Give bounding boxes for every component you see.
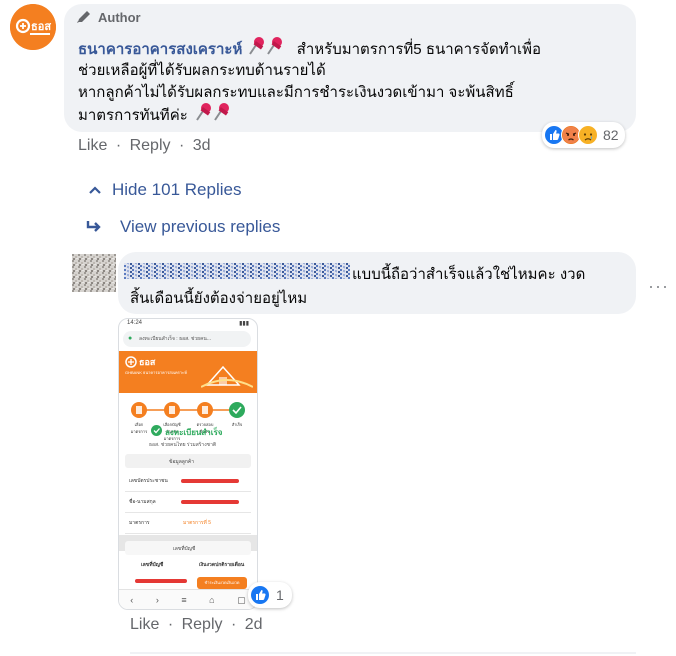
reply-arrow-icon: [86, 221, 101, 232]
ghb-logo-subtext: GHBANK ธนาคารอาคารสงเคราะห์: [125, 370, 187, 375]
reply-actions: Like · Reply · 2d: [130, 616, 263, 634]
section-account-label: เลขที่บัญชี: [173, 546, 196, 552]
view-previous-replies-button[interactable]: View previous replies: [86, 217, 280, 237]
pushpin-icon: [247, 36, 287, 60]
battery-icon: ▮▮▮: [239, 321, 249, 327]
home-icon: ⌂: [209, 595, 215, 605]
browser-nav-bar: ‹ › ≡ ⌂ ▢: [119, 589, 257, 609]
comment-text-line4-wrap: มาตรการทันทีค่ะ: [78, 102, 236, 127]
back-icon: ‹: [130, 595, 134, 605]
redaction-mark: [181, 500, 239, 504]
url-bar: ● ลงทะเบียนสำเร็จ : ธอส. ช่วยคน...: [123, 331, 251, 347]
success-check-icon: [151, 425, 162, 436]
redaction-mark: [135, 579, 187, 583]
page-avatar[interactable]: ธอส: [10, 4, 56, 50]
redacted-author-name[interactable]: [124, 261, 350, 281]
ghb-mini-logo-icon: [125, 356, 137, 368]
row-value: มาตรการที่ 5: [183, 520, 212, 526]
reply-link[interactable]: Reply: [182, 616, 223, 633]
status-time: 14:24: [127, 320, 143, 326]
author-label: Author: [98, 9, 141, 25]
like-link[interactable]: Like: [78, 137, 107, 154]
comment-actions: Like · Reply · 3d: [78, 137, 211, 155]
hide-replies-label: Hide 101 Replies: [112, 180, 242, 199]
separator: ·: [115, 137, 122, 154]
more-options-icon[interactable]: ···: [648, 276, 669, 297]
tabs-icon: ▢: [237, 594, 246, 605]
page-name-link[interactable]: ธนาคารอาคารสงเคราะห์: [78, 41, 242, 58]
success-subtitle: ธอส. ช่วยคนไทย ร่วมสร้างชาติ: [149, 442, 217, 448]
ghb-logo-icon: ธอส: [10, 4, 56, 50]
page-logo-text: ธอส: [31, 20, 51, 33]
timestamp-link[interactable]: 3d: [193, 137, 211, 154]
separator: ·: [230, 616, 237, 633]
reply-text-line1: แบบนี้ถือว่าสำเร็จแล้วใช่ไหมคะ งวด: [352, 266, 586, 283]
pushpin-icon: [192, 102, 236, 126]
row-label: เลขบัตรประชาชน: [129, 478, 168, 484]
comment-text-line2: ช่วยเหลือผู้ที่ได้รับผลกระทบด้านรายได้: [78, 62, 326, 79]
status-bar: 14:24 ▮▮▮: [119, 319, 257, 329]
pay-button: ชำระเงินงวดเงินงวด: [197, 577, 247, 589]
attachment-screenshot[interactable]: 14:24 ▮▮▮ ● ลงทะเบียนสำเร็จ : ธอส. ช่วยค…: [118, 318, 258, 610]
step-label: เลือกมาตรการ: [130, 422, 148, 434]
separator: ·: [178, 137, 185, 154]
section-header: ข้อมูลลูกค้า: [125, 454, 251, 468]
redaction-mark: [181, 479, 239, 483]
house-graphic-icon: [201, 365, 253, 388]
pencil-icon: [77, 11, 90, 23]
comment-text-line1: สำหรับมาตรการที่5 ธนาคารจัดทำเพื่อ: [296, 41, 542, 58]
section-header: เลขที่บัญชี: [125, 541, 251, 555]
url-text: ลงทะเบียนสำเร็จ : ธอส. ช่วยคน...: [139, 336, 212, 342]
menu-icon: ≡: [181, 595, 187, 605]
lock-icon: ●: [128, 335, 133, 342]
ghb-logo-text: ธอส: [139, 357, 156, 367]
success-title: ลงทะเบียนสำเร็จ: [165, 428, 223, 437]
reply-like-count: 1: [276, 587, 284, 603]
sad-icon: [578, 125, 598, 145]
comment-text-line4: มาตรการทันทีค่ะ: [78, 107, 188, 124]
amount-label: เงินงวดปกติรายเดือน: [199, 562, 245, 568]
author-badge: Author: [76, 8, 141, 26]
reaction-count: 82: [603, 127, 619, 143]
reaction-summary[interactable]: 82: [542, 122, 625, 148]
next-comment-edge: [130, 652, 636, 654]
comment-text-line3: หากลูกค้าไม่ได้รับผลกระทบและมีการชำระเงิ…: [78, 84, 514, 101]
forward-icon: ›: [155, 595, 159, 605]
row-label: ชื่อ-นามสกุล: [129, 499, 156, 505]
view-previous-label: View previous replies: [120, 217, 281, 236]
like-link[interactable]: Like: [130, 616, 159, 633]
reply-reaction-summary[interactable]: 1: [248, 582, 292, 608]
step-check-icon: [229, 402, 245, 418]
info-row: เลขบัตรประชาชน: [125, 471, 251, 492]
reply-link[interactable]: Reply: [130, 137, 171, 154]
step-label: สำเร็จ: [231, 422, 243, 427]
info-row: มาตรการ มาตรการที่ 5: [125, 513, 251, 534]
avatar[interactable]: [72, 254, 116, 292]
reply-text-line2: สิ้นเดือนนี้ยังต้องจ่ายอยู่ไหม: [130, 290, 308, 307]
chevron-up-icon: [89, 186, 101, 194]
row-label: มาตรการ: [129, 520, 150, 526]
timestamp-link[interactable]: 2d: [245, 616, 263, 633]
account-label: เลขที่บัญชี: [141, 562, 164, 568]
like-icon: [250, 585, 270, 605]
info-row: ชื่อ-นามสกุล: [125, 492, 251, 513]
section-customer-label: ข้อมูลลูกค้า: [169, 459, 195, 465]
separator: ·: [167, 616, 174, 633]
hide-replies-button[interactable]: Hide 101 Replies: [88, 180, 241, 200]
